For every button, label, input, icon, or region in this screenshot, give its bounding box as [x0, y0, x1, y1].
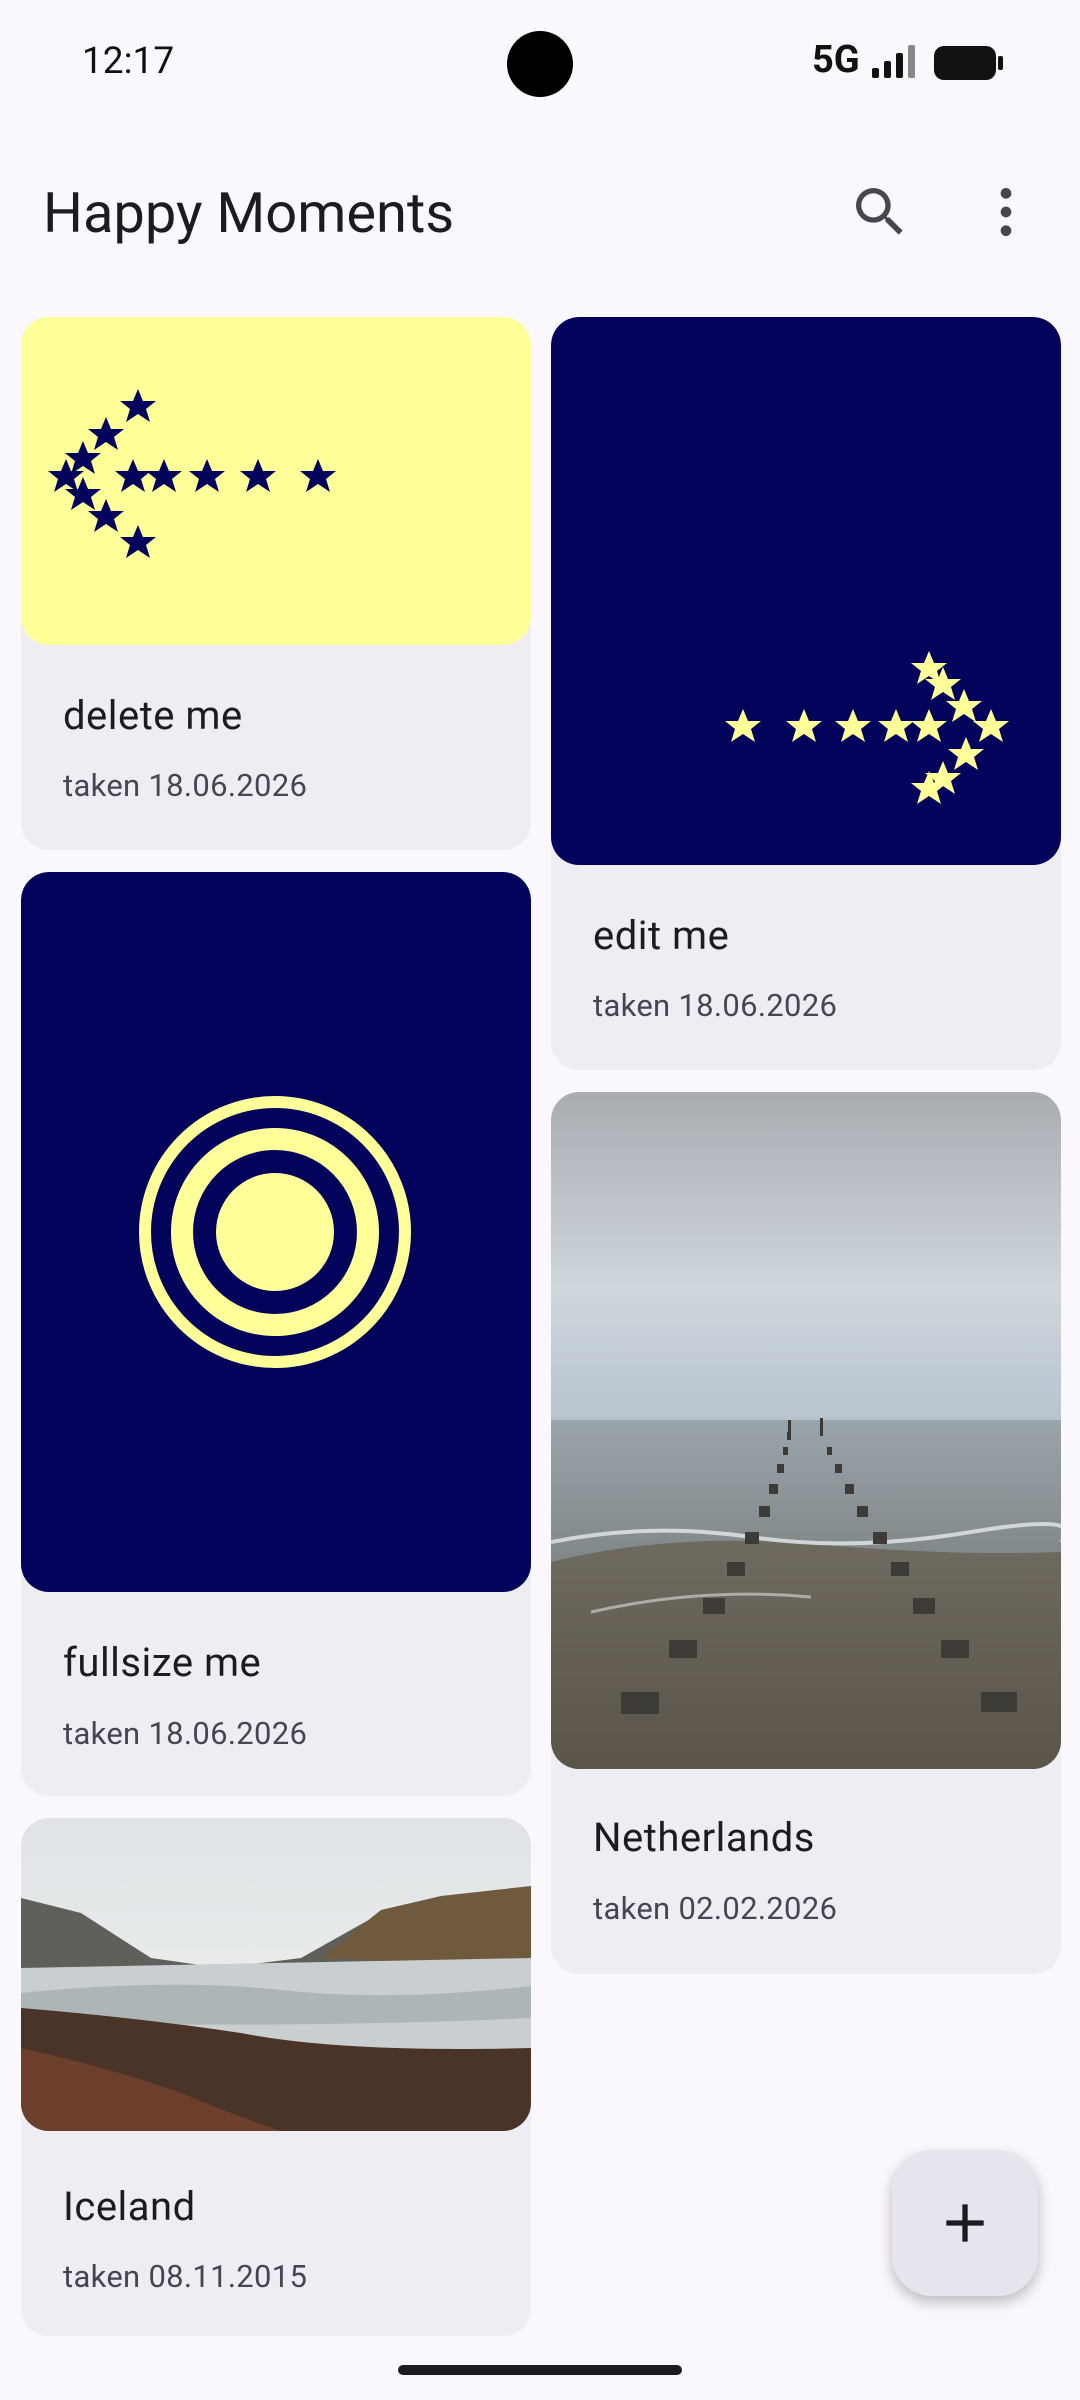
card-date: taken 18.06.2026 [63, 1715, 308, 1752]
battery-icon [934, 46, 1003, 80]
card-title: Iceland [63, 2183, 196, 2230]
camera-cutout [507, 31, 573, 97]
card-image [21, 317, 531, 645]
card-title: edit me [593, 912, 730, 959]
add-icon [946, 2204, 984, 2242]
card-title: delete me [63, 692, 243, 739]
network-type: 5G [812, 38, 860, 82]
card-date: taken 02.02.2026 [593, 1890, 838, 1927]
photo-card-delete-me[interactable]: delete me taken 18.06.2026 [21, 317, 531, 850]
photo-card-fullsize-me[interactable]: fullsize me taken 18.06.2026 [21, 872, 531, 1796]
card-image [21, 1818, 531, 2131]
search-icon[interactable] [848, 180, 912, 244]
gesture-handle [398, 2365, 682, 2375]
card-image [551, 1092, 1061, 1769]
card-title: Netherlands [593, 1814, 815, 1861]
card-title: fullsize me [63, 1639, 262, 1686]
top-app-bar: Happy Moments [0, 150, 1080, 270]
more-vert-icon[interactable] [974, 180, 1038, 244]
photo-card-edit-me[interactable]: edit me taken 18.06.2026 [551, 317, 1061, 1070]
card-image [551, 317, 1061, 865]
app-title: Happy Moments [43, 180, 455, 246]
signal-icon [872, 45, 915, 78]
status-time: 12:17 [82, 40, 175, 83]
photo-card-netherlands[interactable]: Netherlands taken 02.02.2026 [551, 1092, 1061, 1974]
photo-card-iceland[interactable]: Iceland taken 08.11.2015 [21, 1818, 531, 2336]
add-button[interactable] [892, 2150, 1038, 2296]
card-date: taken 18.06.2026 [593, 987, 838, 1024]
card-image [21, 872, 531, 1592]
status-bar: 12:17 5G [0, 0, 1080, 130]
card-date: taken 08.11.2015 [63, 2258, 308, 2295]
card-date: taken 18.06.2026 [63, 767, 308, 804]
